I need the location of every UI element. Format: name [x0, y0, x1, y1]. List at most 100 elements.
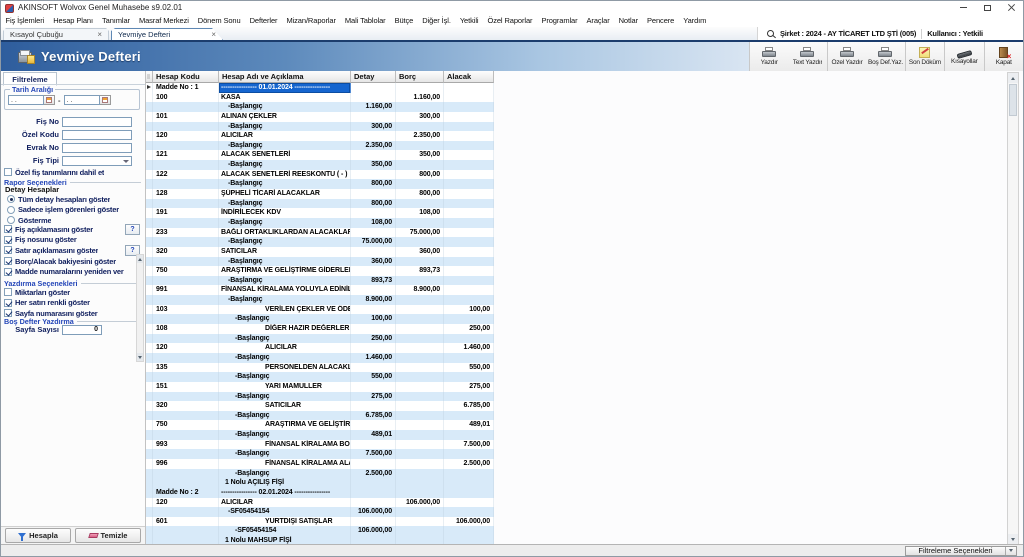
maximize-button[interactable] [975, 1, 999, 14]
menu-item[interactable]: Masraf Merkezi [134, 16, 193, 25]
table-row[interactable]: 191İNDİRİLECEK KDV108,00 [146, 208, 494, 218]
table-row[interactable]: 996FİNANSAL KİRALAMA ALACAKLARI2.500,00 [146, 459, 494, 469]
toolbar-button[interactable]: Text Yazdır [788, 42, 827, 71]
checkbox[interactable] [4, 168, 12, 176]
text-input[interactable] [62, 143, 132, 153]
menu-item[interactable]: Fiş İşlemleri [1, 16, 49, 25]
toolbar-button[interactable]: Yazdır [750, 42, 788, 71]
table-row[interactable]: 750ARAŞTIRMA VE GELİŞTİRME GİDERLERİ893,… [146, 266, 494, 276]
table-row[interactable]: 120ALICILAR2.350,00 [146, 131, 494, 141]
table-row[interactable]: -Başlangıç800,00 [146, 199, 494, 209]
table-row[interactable]: -Başlangıç7.500,00 [146, 449, 494, 459]
checkbox[interactable] [4, 246, 12, 254]
table-row[interactable]: Madde No : 2---------------- 02.01.2024 … [146, 488, 494, 498]
date-to-calendar-button[interactable] [100, 95, 111, 105]
checkbox[interactable] [4, 288, 12, 296]
date-from-input[interactable]: . . [8, 95, 44, 105]
toolbar-button[interactable]: Boş Def.Yaz. [866, 42, 905, 71]
table-row[interactable]: 320SATICILAR360,00 [146, 247, 494, 257]
table-row[interactable]: 151YARI MAMULLER275,00 [146, 382, 494, 392]
table-row[interactable]: -Başlangıç800,00 [146, 179, 494, 189]
table-row[interactable]: -Başlangıç2.500,00 [146, 469, 494, 479]
text-input[interactable] [62, 130, 132, 140]
column-header[interactable]: Detay [351, 71, 396, 83]
toolbar-button[interactable]: Son Döküm [906, 42, 945, 71]
close-tab-icon[interactable]: × [207, 31, 216, 39]
table-row[interactable]: -Başlangıç75.000,00 [146, 237, 494, 247]
scrollbar-thumb[interactable] [1009, 84, 1017, 116]
table-row[interactable]: 103VERİLEN ÇEKLER VE ÖDEME EMİRLERİ HE10… [146, 305, 494, 315]
scroll-down-icon[interactable] [137, 353, 143, 361]
search-icon[interactable] [766, 29, 776, 39]
table-row[interactable]: -Başlangıç1.160,00 [146, 102, 494, 112]
menu-item[interactable]: Tanımlar [97, 16, 134, 25]
table-row[interactable]: -Başlangıç489,01 [146, 430, 494, 440]
column-header[interactable]: Alacak [444, 71, 494, 83]
minimize-button[interactable] [951, 1, 975, 14]
table-row[interactable]: -Başlangıç108,00 [146, 218, 494, 228]
table-row[interactable]: -Başlangıç8.900,00 [146, 295, 494, 305]
menu-item[interactable]: Araçlar [582, 16, 614, 25]
table-row[interactable]: 128ŞÜPHELİ TİCARİ ALACAKLAR800,00 [146, 189, 494, 199]
table-row[interactable]: 120ALICILAR1.460,00 [146, 343, 494, 353]
help-button[interactable]: ? [125, 224, 140, 235]
checkbox[interactable] [4, 268, 12, 276]
filter-options-button[interactable]: Filtreleme Seçenekleri [905, 546, 1017, 556]
table-row[interactable]: 100KASA1.160,00 [146, 93, 494, 103]
menu-item[interactable]: Yetkili [455, 16, 483, 25]
menu-item[interactable]: Yardım [679, 16, 711, 25]
text-input[interactable] [62, 117, 132, 127]
clear-button[interactable]: Temizle [75, 528, 141, 543]
table-row[interactable]: 121ALACAK SENETLERİ350,00 [146, 150, 494, 160]
table-row[interactable]: Madde No : 1---------------- 01.01.2024 … [146, 83, 494, 93]
table-row[interactable]: -Başlangıç350,00 [146, 160, 494, 170]
table-row[interactable]: -Başlangıç100,00 [146, 314, 494, 324]
toolbar-button[interactable]: Özel Yazdır [828, 42, 866, 71]
table-row[interactable]: 601YURTDIŞI SATIŞLAR106.000,00 [146, 517, 494, 527]
table-row[interactable]: -Başlangıç275,00 [146, 392, 494, 402]
fis-tipi-select[interactable] [62, 156, 132, 166]
menu-item[interactable]: Dönem Sonu [193, 16, 245, 25]
checkbox[interactable] [4, 257, 12, 265]
menu-item[interactable]: Özel Raporlar [483, 16, 537, 25]
menu-item[interactable]: Hesap Planı [49, 16, 98, 25]
date-from-calendar-button[interactable] [44, 95, 55, 105]
checkbox[interactable] [4, 299, 12, 307]
menu-item[interactable]: Defterler [245, 16, 282, 25]
table-row[interactable]: 101ALINAN ÇEKLER300,00 [146, 112, 494, 122]
menu-item[interactable]: Notlar [614, 16, 642, 25]
toolbar-button[interactable]: Kapat [985, 42, 1023, 71]
radio-button[interactable] [7, 195, 15, 203]
toolbar-button[interactable]: Kısayollar [945, 42, 984, 71]
column-header[interactable]: Hesap Kodu [153, 71, 219, 83]
table-row[interactable]: -Başlangıç2.350,00 [146, 141, 494, 151]
calculate-button[interactable]: Hesapla [5, 528, 71, 543]
column-header[interactable]: Hesap Adı ve Açıklama [219, 71, 351, 83]
scroll-up-icon[interactable] [137, 255, 143, 263]
table-row[interactable]: 993FİNANSAL KİRALAMA BORÇLARI7.500,00 [146, 440, 494, 450]
table-row[interactable]: 1 Nolu MAHSUP FİŞİ [146, 536, 494, 544]
table-row[interactable]: 233BAĞLI ORTAKLIKLARDAN ALACAKLAR ( U.V … [146, 228, 494, 238]
date-to-input[interactable]: . . [64, 95, 100, 105]
checkbox[interactable] [4, 236, 12, 244]
table-row[interactable]: 108DİĞER HAZIR DEĞERLER250,00 [146, 324, 494, 334]
table-row[interactable]: -Başlangıç1.460,00 [146, 353, 494, 363]
close-button[interactable] [999, 1, 1023, 14]
table-row[interactable]: 120ALICILAR106.000,00 [146, 498, 494, 508]
table-row[interactable]: 320SATICILAR6.785,00 [146, 401, 494, 411]
checkbox[interactable] [4, 225, 12, 233]
radio-button[interactable] [7, 206, 15, 214]
page-count-input[interactable]: 0 [62, 325, 102, 335]
table-row[interactable]: -Başlangıç250,00 [146, 334, 494, 344]
menu-item[interactable]: Mali Tablolar [340, 16, 390, 25]
close-tab-icon[interactable]: × [93, 31, 102, 39]
table-row[interactable]: 991FİNANSAL KİRALAMA YOLUYLA EDİNİLEN VA… [146, 285, 494, 295]
menu-item[interactable]: Bütçe [390, 16, 418, 25]
table-row[interactable]: -Başlangıç360,00 [146, 257, 494, 267]
table-row[interactable]: 122ALACAK SENETLERİ REESKONTU ( - )800,0… [146, 170, 494, 180]
scroll-down-icon[interactable] [1008, 534, 1018, 544]
column-header[interactable]: Borç [396, 71, 444, 83]
table-row[interactable]: -Başlangıç893,73 [146, 276, 494, 286]
filter-panel-scrollbar[interactable] [136, 254, 144, 362]
table-row[interactable]: -SF05454154106.000,00 [146, 507, 494, 517]
